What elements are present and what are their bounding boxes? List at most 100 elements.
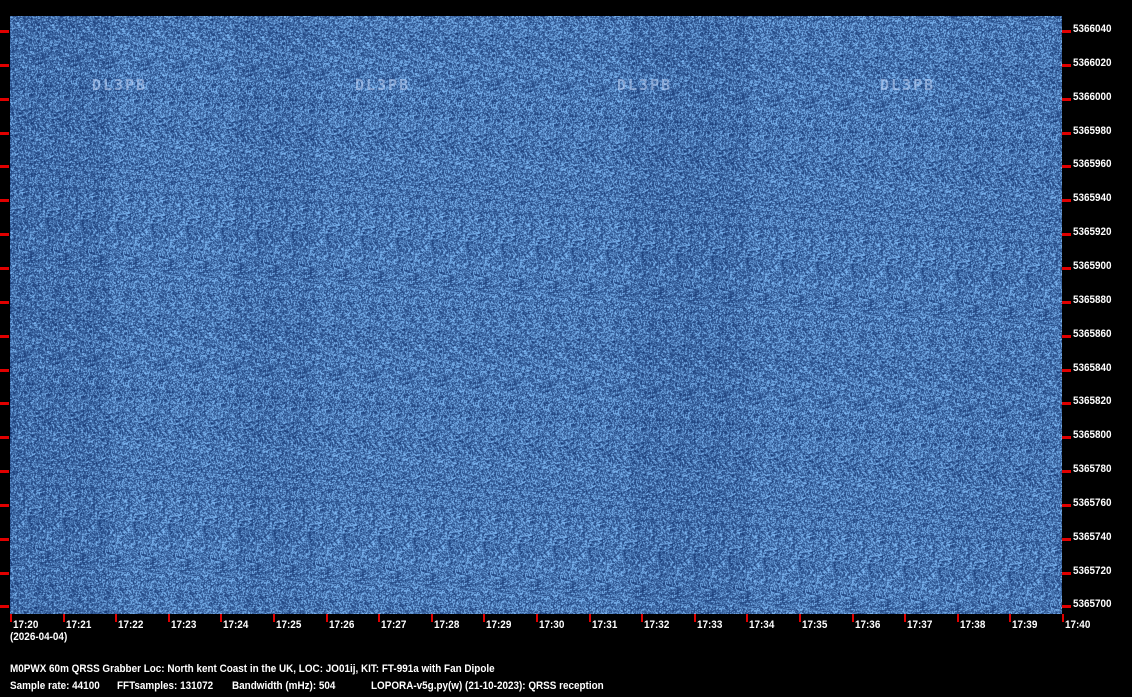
frequency-tick: [1062, 436, 1071, 440]
frequency-tick: [1062, 165, 1071, 169]
time-tick: [273, 614, 275, 622]
time-label: 17:35: [802, 619, 828, 631]
time-label: 17:25: [276, 619, 302, 631]
signal-trace: DL3PB: [92, 76, 148, 94]
frequency-tick-left: [0, 30, 9, 33]
frequency-tick-left: [0, 63, 9, 67]
time-tick: [325, 614, 328, 622]
time-tick: [588, 614, 591, 622]
time-label: 17:24: [223, 619, 249, 631]
frequency-tick-left: [0, 266, 9, 270]
frequency-tick: [1062, 402, 1071, 406]
time-tick: [115, 614, 118, 622]
time-tick: [693, 614, 696, 622]
time-tick: [799, 614, 801, 622]
spectrogram-waterfall: [10, 16, 1062, 614]
frequency-tick-left: [0, 503, 9, 507]
frequency-label: 5365940: [1073, 192, 1112, 205]
frequency-tick-left: [0, 605, 9, 609]
time-tick: [378, 614, 381, 622]
frequency-tick: [1062, 537, 1071, 541]
time-label: 17:40: [1065, 619, 1091, 631]
frequency-tick: [1062, 571, 1071, 575]
date-label: (2026-04-04): [10, 631, 68, 643]
frequency-tick-left: [0, 300, 9, 304]
frequency-tick-left: [0, 402, 9, 406]
time-label: 17:33: [696, 619, 723, 631]
time-label: 17:21: [65, 619, 91, 631]
time-tick: [62, 614, 65, 622]
frequency-label: 5365840: [1073, 361, 1112, 374]
frequency-tick: [1062, 97, 1071, 101]
time-label: 17:29: [486, 619, 512, 631]
frequency-tick-left: [0, 199, 9, 203]
time-label: 17:38: [959, 619, 986, 631]
time-label: 17:30: [539, 619, 565, 631]
time-tick: [851, 614, 854, 622]
frequency-label: 5365700: [1073, 598, 1112, 611]
frequency-tick: [1062, 300, 1071, 304]
time-tick: [904, 614, 907, 622]
frequency-tick: [1062, 63, 1071, 67]
frequency-label: 5365900: [1073, 259, 1112, 272]
software-version: LOPORA-v5g.py(w) (21-10-2023): QRSS rece…: [371, 680, 604, 692]
frequency-label: 5365960: [1073, 158, 1112, 171]
time-label: 17:37: [907, 619, 933, 631]
frequency-tick-left: [0, 165, 9, 169]
frequency-label: 5366020: [1073, 56, 1112, 69]
frequency-label: 5366000: [1073, 90, 1112, 103]
frequency-tick-left: [0, 470, 9, 474]
frequency-label: 5365920: [1073, 226, 1112, 239]
frequency-label: 5365820: [1073, 395, 1112, 408]
time-label: 17:34: [749, 619, 775, 631]
signal-trace: DL3PB: [880, 76, 936, 94]
time-label: 17:27: [381, 619, 407, 631]
time-label: 17:20: [13, 619, 39, 631]
frequency-tick: [1062, 470, 1071, 474]
frequency-tick-left: [0, 537, 9, 541]
time-label: 17:31: [591, 619, 617, 631]
frequency-label: 5365760: [1073, 496, 1112, 509]
signal-trace: DL3PB: [355, 76, 411, 94]
time-tick: [1062, 614, 1064, 622]
signal-trace: DL3PB: [617, 76, 673, 94]
time-label: 17:36: [854, 619, 880, 631]
frequency-tick: [1062, 368, 1071, 372]
frequency-label: 5365800: [1073, 429, 1112, 442]
time-label: 17:26: [328, 619, 354, 631]
frequency-tick-left: [0, 97, 9, 101]
frequency-label: 5365740: [1073, 530, 1112, 543]
time-tick: [430, 614, 433, 622]
frequency-label: 5366040: [1073, 23, 1112, 35]
time-label: 17:32: [644, 619, 670, 631]
time-label: 17:22: [118, 619, 144, 631]
fft-samples: FFTsamples: 131072: [117, 680, 214, 692]
frequency-tick: [1062, 233, 1071, 237]
time-tick: [956, 614, 959, 622]
time-label: 17:39: [1012, 619, 1038, 631]
frequency-label: 5365980: [1073, 124, 1112, 137]
frequency-tick-left: [0, 131, 9, 135]
frequency-tick: [1062, 605, 1071, 609]
frequency-label: 5365780: [1073, 463, 1112, 476]
frequency-tick: [1062, 503, 1071, 507]
frequency-tick-left: [0, 571, 9, 575]
time-label: 17:28: [433, 619, 460, 631]
frequency-label: 5365880: [1073, 293, 1112, 306]
frequency-label: 5365860: [1073, 327, 1112, 340]
time-tick: [167, 614, 170, 622]
time-tick: [10, 614, 12, 622]
frequency-tick-left: [0, 233, 9, 237]
frequency-tick-left: [0, 334, 9, 338]
time-tick: [536, 614, 538, 622]
station-info: M0PWX 60m QRSS Grabber Loc: North kent C…: [10, 663, 495, 675]
frequency-tick-left: [0, 436, 9, 440]
frequency-tick: [1062, 199, 1071, 203]
time-label: 17:23: [170, 619, 197, 631]
bandwidth: Bandwidth (mHz): 504: [232, 680, 336, 692]
frequency-tick: [1062, 131, 1071, 135]
frequency-label: 5365720: [1073, 564, 1112, 577]
frequency-tick-left: [0, 368, 9, 372]
frequency-tick: [1062, 266, 1071, 270]
frequency-tick: [1062, 334, 1071, 338]
